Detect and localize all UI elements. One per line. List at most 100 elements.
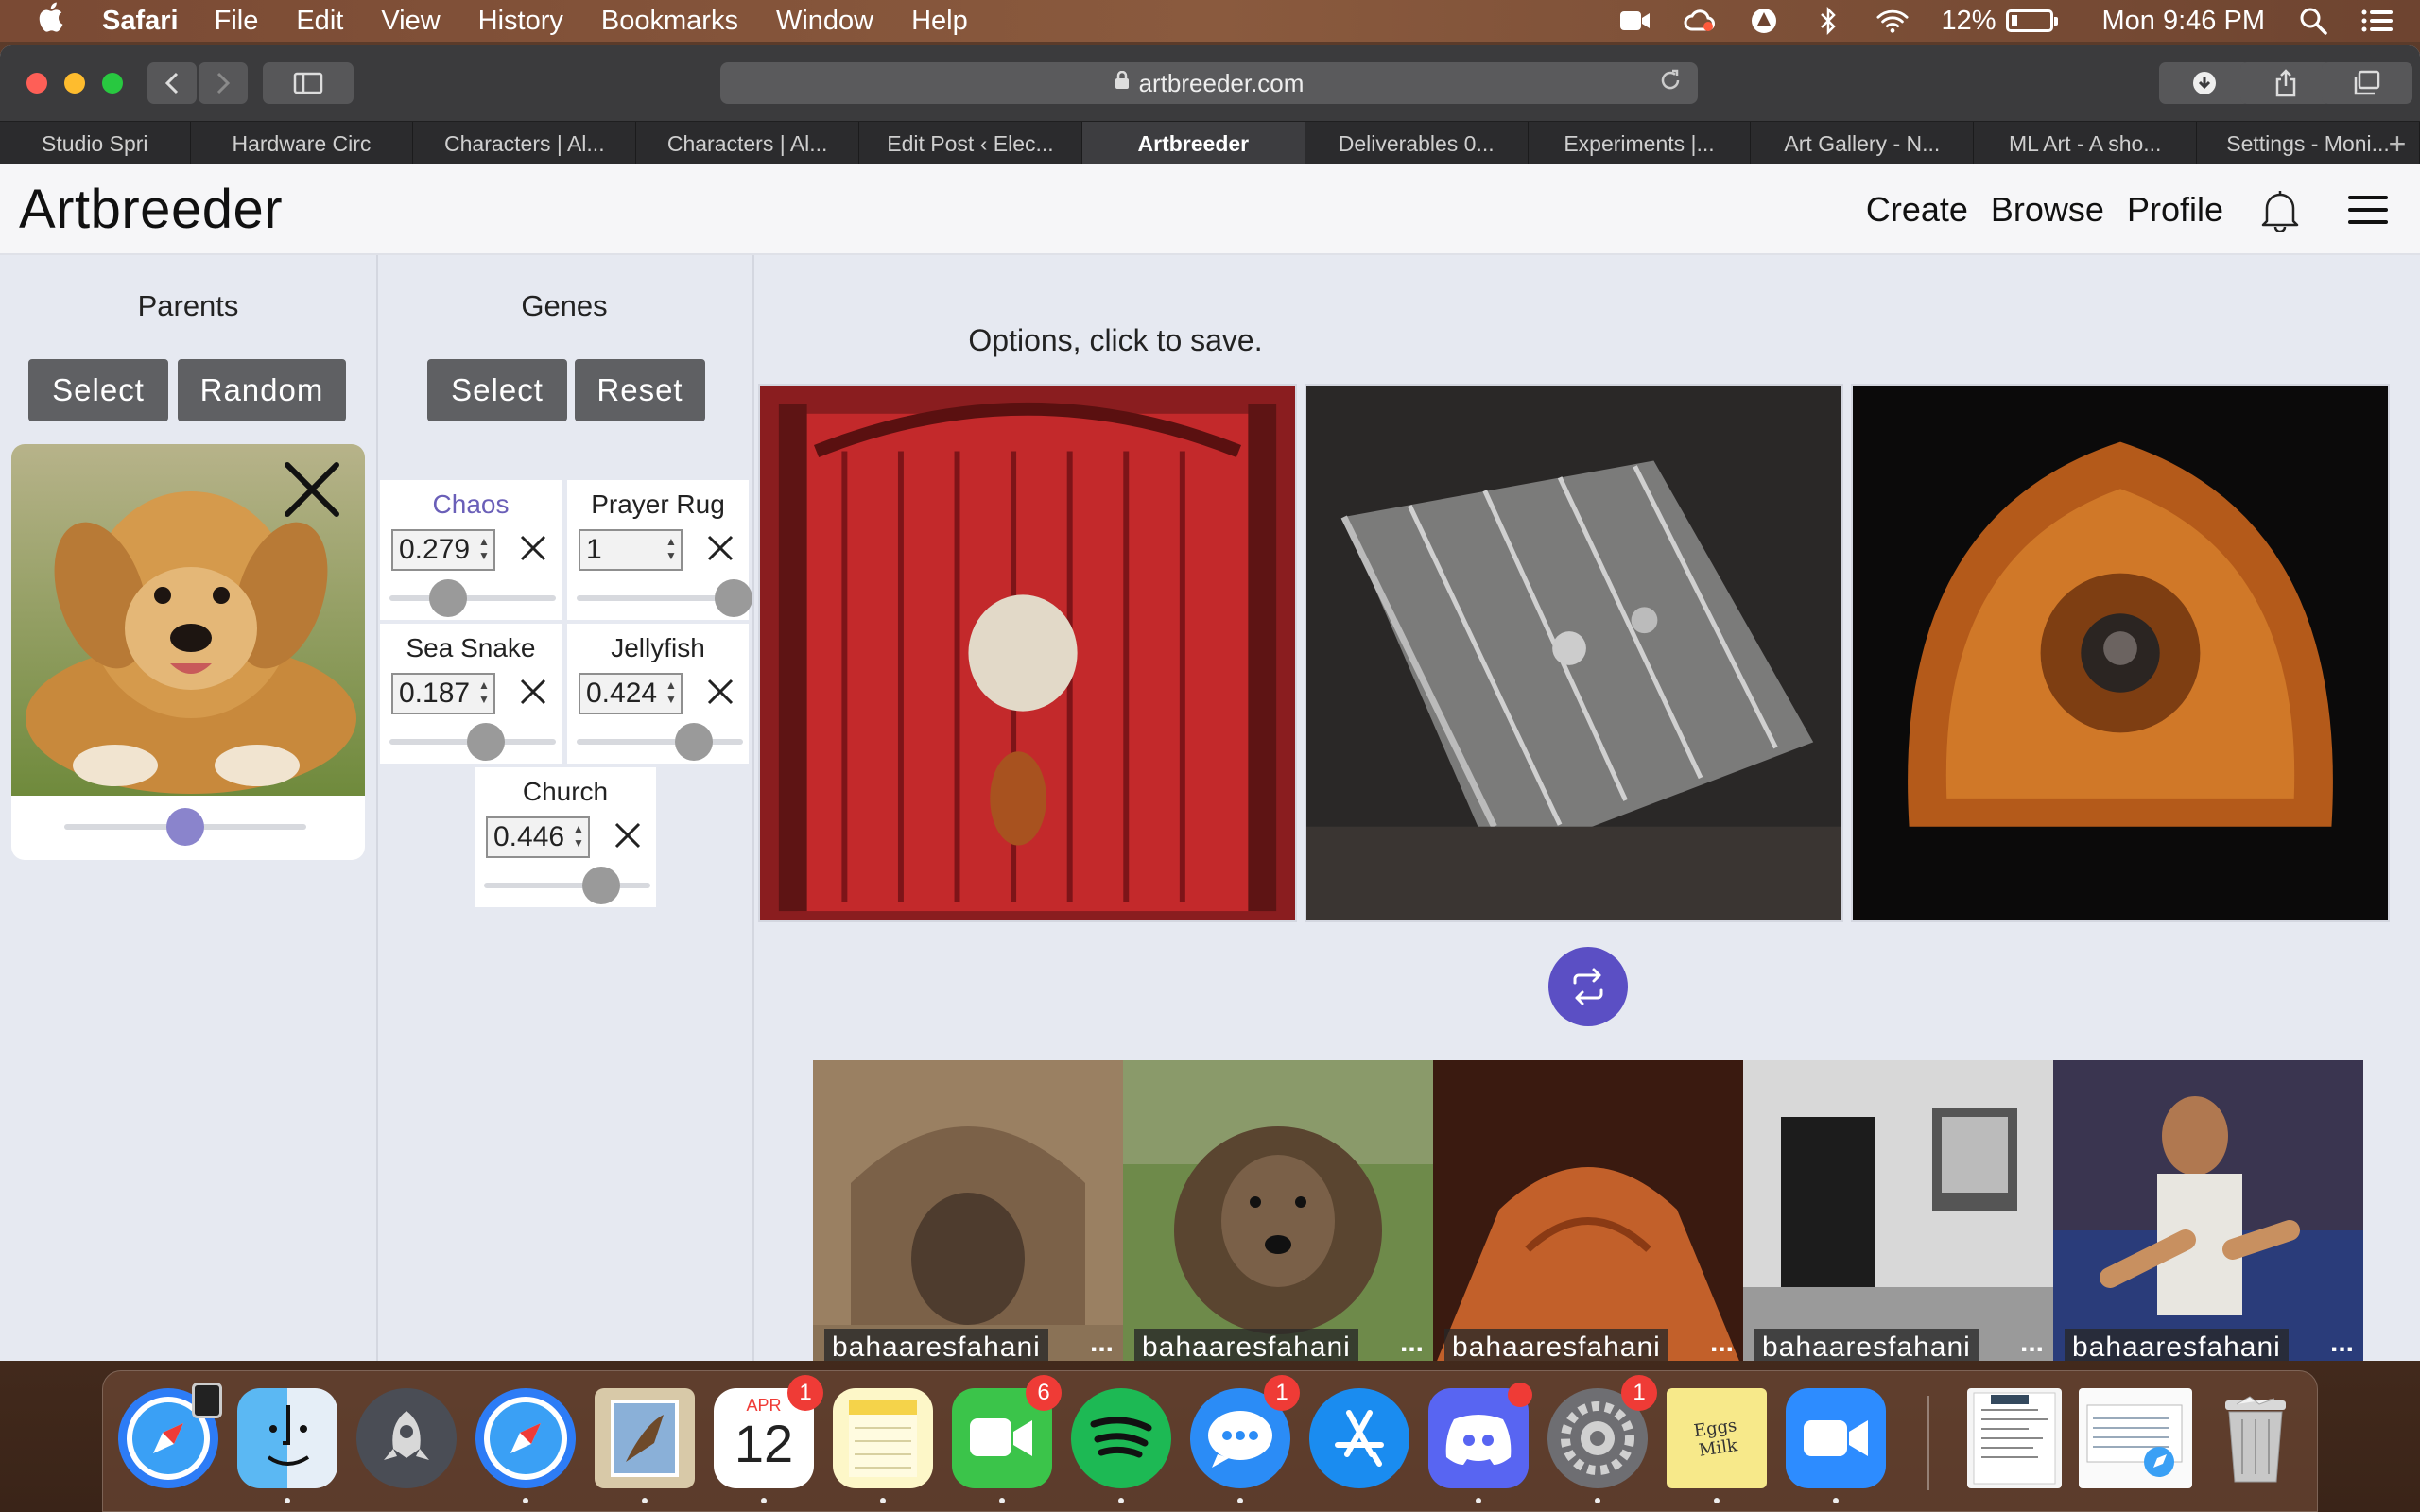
more-options-icon[interactable]: ... [2330,1327,2354,1359]
remove-gene-icon[interactable] [703,531,737,565]
gene-value-input[interactable]: 0.446 ▲ ▼ [486,816,590,858]
tab-item[interactable]: Deliverables 0... [1305,122,1529,165]
dock-app-store-icon[interactable] [1309,1388,1409,1488]
slider-knob[interactable] [467,723,505,761]
tab-overview-button[interactable] [2322,62,2412,104]
slider-knob[interactable] [166,808,204,846]
fullscreen-window-button[interactable] [102,73,123,94]
dock-trash-icon[interactable] [2205,1388,2306,1488]
bell-icon[interactable] [2259,187,2301,232]
option-image-orange-creature[interactable] [1851,384,2390,922]
tab-item[interactable]: Characters | Al... [636,122,860,165]
menu-app-name[interactable]: Safari [102,6,179,37]
gallery-item[interactable]: bahaaresfahani ... [1433,1060,1743,1361]
apple-menu-icon[interactable] [36,1,74,41]
menu-view[interactable]: View [381,6,440,37]
dock-mail-icon[interactable] [595,1388,695,1503]
gene-slider[interactable] [389,579,556,617]
wifi-icon[interactable] [1876,7,1909,35]
dock-messages-icon[interactable]: 1 [1190,1375,1300,1503]
dock-recent-document-icon[interactable] [1967,1388,2062,1488]
gene-slider[interactable] [389,723,556,761]
stepper-icon[interactable]: ▲ ▼ [572,822,585,852]
gene-slider[interactable] [577,723,743,761]
back-button[interactable] [147,62,197,104]
downloads-button[interactable] [2159,62,2250,104]
remove-gene-icon[interactable] [703,675,737,709]
share-button[interactable] [2240,62,2331,104]
gallery-author[interactable]: bahaaresfahani [824,1329,1048,1361]
genes-reset-button[interactable]: Reset [575,359,705,421]
vpn-icon[interactable] [1748,7,1780,35]
gallery-author[interactable]: bahaaresfahani [2065,1329,2289,1361]
site-logo[interactable]: Artbreeder [19,178,283,241]
regenerate-button[interactable] [1548,947,1628,1026]
menu-help[interactable]: Help [911,6,968,37]
clock[interactable]: Mon 9:46 PM [2102,6,2265,37]
menu-bookmarks[interactable]: Bookmarks [601,6,738,37]
more-options-icon[interactable]: ... [1710,1327,1734,1359]
gallery-author[interactable]: bahaaresfahani [1754,1329,1979,1361]
address-bar[interactable]: artbreeder.com [720,62,1698,104]
gallery-item[interactable]: bahaaresfahani ... [1743,1060,2053,1361]
tab-item[interactable]: Characters | Al... [413,122,637,165]
gene-slider[interactable] [484,867,650,904]
option-image-red-rug[interactable] [758,384,1297,922]
tab-item[interactable]: Art Gallery - N... [1751,122,1975,165]
genes-select-button[interactable]: Select [427,359,567,421]
dock-system-preferences-icon[interactable]: 1 [1547,1375,1657,1503]
battery-indicator[interactable]: 12% [1941,6,2058,37]
gallery-item[interactable]: bahaaresfahani ... [1123,1060,1433,1361]
tab-item[interactable]: Studio Spri [0,122,191,165]
reload-icon[interactable] [1658,68,1683,99]
hamburger-menu-icon[interactable] [2348,196,2388,224]
spotlight-search-icon[interactable] [2297,7,2329,35]
dock-spotify-icon[interactable] [1071,1388,1171,1503]
slider-knob[interactable] [582,867,620,904]
option-image-grey-machine[interactable] [1305,384,1843,922]
close-window-button[interactable] [26,73,47,94]
dock-launchpad-icon[interactable] [356,1388,457,1488]
slider-knob[interactable] [675,723,713,761]
tab-item[interactable]: Hardware Circ [191,122,414,165]
minimize-window-button[interactable] [64,73,85,94]
gallery-author[interactable]: bahaaresfahani [1444,1329,1668,1361]
new-tab-button[interactable]: + [2380,122,2414,165]
tab-item[interactable]: ML Art - A sho... [1974,122,2198,165]
forward-button[interactable] [199,62,248,104]
dock-zoom-icon[interactable] [1786,1388,1886,1503]
dock-stickies-icon[interactable]: Eggs Milk [1667,1388,1767,1503]
tab-item[interactable]: Edit Post ‹ Elec... [859,122,1082,165]
gene-value-input[interactable]: 0.187 ▲ ▼ [391,673,495,714]
nav-profile-link[interactable]: Profile [2127,190,2223,230]
stepper-icon[interactable]: ▲ ▼ [665,535,678,565]
gallery-item[interactable]: bahaaresfahani ... [2053,1060,2363,1361]
gene-slider[interactable] [577,579,752,617]
remove-gene-icon[interactable] [516,531,550,565]
dock-notes-icon[interactable] [833,1388,933,1503]
notification-center-icon[interactable] [2361,7,2394,35]
menu-edit[interactable]: Edit [296,6,343,37]
gene-value-input[interactable]: 0.279 ▲ ▼ [391,529,495,571]
menu-history[interactable]: History [478,6,563,37]
stepper-icon[interactable]: ▲ ▼ [477,535,491,565]
dock-facetime-icon[interactable]: 6 [952,1375,1062,1503]
parent-weight-slider[interactable] [64,808,306,846]
gallery-item[interactable]: bahaaresfahani ... [813,1060,1123,1361]
slider-knob[interactable] [715,579,752,617]
tab-item[interactable]: Experiments |... [1529,122,1752,165]
creative-cloud-icon[interactable] [1684,7,1716,35]
gene-value-input[interactable]: 1 ▲ ▼ [579,529,683,571]
parents-random-button[interactable]: Random [178,359,346,421]
zoom-status-icon[interactable] [1619,7,1651,35]
more-options-icon[interactable]: ... [2020,1327,2044,1359]
parents-select-button[interactable]: Select [28,359,168,421]
dock-safari-icon[interactable] [475,1388,576,1503]
gallery-author[interactable]: bahaaresfahani [1134,1329,1358,1361]
bluetooth-icon[interactable] [1812,7,1844,35]
more-options-icon[interactable]: ... [1400,1327,1424,1359]
dock-safari-remote-icon[interactable] [118,1383,222,1488]
menu-file[interactable]: File [215,6,259,37]
menu-window[interactable]: Window [776,6,873,37]
slider-knob[interactable] [429,579,467,617]
